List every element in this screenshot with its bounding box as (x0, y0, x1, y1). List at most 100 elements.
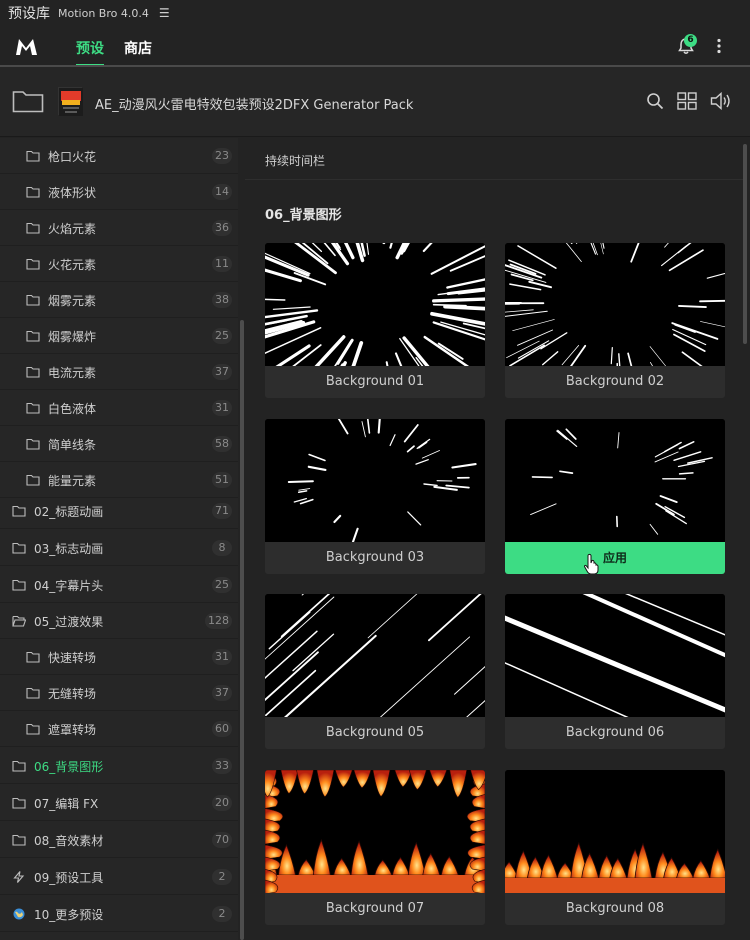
preset-card[interactable]: Background 07 (265, 770, 485, 925)
item-count-badge: 36 (212, 220, 232, 236)
sidebar-item[interactable]: 06_背景图形 33 (0, 747, 238, 784)
tab-presets[interactable]: 预设 (76, 38, 104, 58)
sidebar-scrollbar[interactable] (240, 320, 244, 940)
thumbnail-graphic (505, 419, 725, 542)
preset-card[interactable]: Background 06 (505, 594, 725, 749)
preset-thumbnail[interactable] (505, 594, 725, 717)
sidebar-item[interactable]: 09_预设工具 2 (0, 858, 238, 895)
preset-card[interactable]: Background 08 (505, 770, 725, 925)
item-count-badge: 38 (212, 292, 232, 308)
main-scrollbar[interactable] (743, 144, 747, 344)
item-count-badge: 58 (212, 436, 232, 452)
item-count-badge: 51 (212, 472, 232, 488)
preset-card[interactable]: Background 05 (265, 594, 485, 749)
sidebar-item[interactable]: 10_更多预设 2 (0, 895, 238, 932)
sidebar-item[interactable]: 05_过渡效果 128 (0, 603, 238, 639)
item-count-badge: 37 (212, 685, 232, 701)
preset-thumbnail[interactable] (505, 243, 725, 366)
search-icon[interactable] (646, 92, 664, 110)
preset-grid-area: 持续时间栏 06_背景图形 Background 01 Background 02… (245, 138, 750, 940)
sidebar-item-label: 02_标题动画 (34, 504, 104, 519)
sidebar-item[interactable]: 简单线条 58 (0, 426, 238, 462)
item-count-badge: 2 (212, 868, 232, 885)
app-version: Motion Bro 4.0.4 (58, 6, 149, 20)
hamburger-icon[interactable]: ☰ (159, 6, 170, 20)
sidebar-item[interactable]: 03_标志动画 8 (0, 529, 238, 566)
apply-button[interactable]: 应用 (505, 542, 725, 574)
folder-icon (26, 687, 40, 699)
globe-icon (13, 908, 25, 919)
folder-icon (26, 186, 40, 198)
pack-logo-icon (59, 88, 83, 116)
hand-cursor-icon (583, 553, 599, 574)
sidebar-item[interactable]: 火焰元素 36 (0, 210, 238, 246)
preset-thumbnail[interactable] (265, 243, 485, 366)
sidebar-item[interactable]: 白色液体 31 (0, 390, 238, 426)
item-count-badge: 31 (212, 400, 232, 416)
preset-card[interactable]: 应用 (505, 419, 725, 574)
sidebar-item[interactable]: 烟雾爆炸 25 (0, 318, 238, 354)
preset-card[interactable]: Background 01 (265, 243, 485, 398)
item-count-badge: 31 (212, 649, 232, 665)
sidebar-item[interactable]: 电流元素 37 (0, 354, 238, 390)
pack-thumbnail (58, 87, 83, 116)
folder-icon (26, 402, 40, 414)
sidebar-item[interactable]: 无缝转场 37 (0, 675, 238, 711)
tab-store[interactable]: 商店 (124, 38, 152, 58)
motion-bro-logo-icon[interactable] (14, 36, 40, 58)
folder-icon (26, 330, 40, 342)
preset-card[interactable]: Background 03 (265, 419, 485, 574)
sidebar-item-label: 能量元素 (48, 474, 97, 488)
item-count-badge: 37 (212, 364, 232, 380)
grid-view-icon[interactable] (677, 92, 697, 110)
sidebar-item[interactable]: 液体形状 14 (0, 174, 238, 210)
sidebar-item[interactable]: 07_编辑 FX 20 (0, 784, 238, 821)
pack-header: AE_动漫风火雷电特效包装预设2DFX Generator Pack (0, 67, 750, 137)
folder-icon (26, 474, 40, 486)
sidebar-item-label: 09_预设工具 (34, 870, 104, 885)
thumbnail-graphic (505, 770, 725, 893)
sidebar-item[interactable]: 快速转场 31 (0, 639, 238, 675)
sidebar-item-label: 06_背景图形 (34, 759, 104, 774)
sidebar-item-label: 火焰元素 (48, 222, 97, 236)
divider (245, 179, 745, 180)
speaker-icon[interactable] (710, 92, 732, 110)
preset-card-label: Background 06 (565, 725, 665, 740)
item-count-badge: 20 (212, 794, 232, 811)
sidebar-item[interactable]: 火花元素 11 (0, 246, 238, 282)
preset-thumbnail[interactable] (265, 770, 485, 893)
item-count-badge: 23 (212, 148, 232, 164)
item-count-badge: 71 (212, 502, 232, 519)
sidebar-item-label: 04_字幕片头 (34, 578, 104, 593)
folder-icon[interactable] (12, 89, 44, 113)
preset-thumbnail[interactable] (505, 770, 725, 893)
duration-bar-label[interactable]: 持续时间栏 (265, 152, 325, 169)
preset-card-label: Background 02 (565, 374, 665, 389)
folder-icon (26, 294, 40, 306)
thumbnail-graphic (265, 243, 485, 366)
sidebar-item[interactable]: 遮罩转场 60 (0, 711, 238, 747)
item-count-badge: 14 (212, 184, 232, 200)
preset-thumbnail[interactable] (265, 594, 485, 717)
sidebar-item-label: 07_编辑 FX (34, 796, 99, 811)
sidebar-item[interactable]: 烟雾元素 38 (0, 282, 238, 318)
more-options-icon[interactable] (716, 38, 722, 54)
folder-icon (12, 579, 26, 591)
sidebar-item[interactable]: 04_字幕片头 25 (0, 566, 238, 603)
preset-card-label: Background 08 (565, 901, 665, 916)
preset-card[interactable]: Background 02 (505, 243, 725, 398)
sidebar-item[interactable]: 02_标题动画 71 (0, 492, 238, 529)
sidebar-item-label: 枪口火花 (48, 150, 97, 164)
folder-icon (26, 366, 40, 378)
sidebar-item-label: 10_更多预设 (34, 907, 104, 922)
sidebar-item[interactable]: 08_音效素材 70 (0, 821, 238, 858)
folder-icon (26, 150, 40, 162)
folder-icon (26, 438, 40, 450)
sidebar-item-label: 白色液体 (48, 402, 97, 416)
preset-thumbnail[interactable] (265, 419, 485, 542)
item-count-badge: 8 (212, 539, 232, 556)
item-count-badge: 2 (212, 905, 232, 922)
preset-thumbnail[interactable] (505, 419, 725, 542)
sidebar-item-label: 05_过渡效果 (34, 615, 104, 629)
sidebar-item[interactable]: 枪口火花 23 (0, 138, 238, 174)
